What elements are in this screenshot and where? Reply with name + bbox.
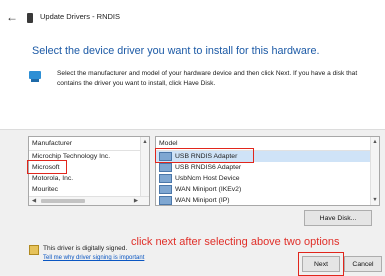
network-adapter-icon xyxy=(159,162,172,172)
manufacturer-listbox[interactable]: Manufacturer Microchip Technology Inc. M… xyxy=(28,136,150,206)
manufacturer-item[interactable]: Microchip Technology Inc. xyxy=(29,151,149,162)
hardware-icon xyxy=(29,71,41,82)
model-item-label: USB RNDIS Adapter xyxy=(175,153,238,160)
model-item[interactable]: USB RNDIS6 Adapter xyxy=(156,162,379,173)
device-icon xyxy=(27,13,33,23)
model-item[interactable]: WAN Miniport (IKEv2) xyxy=(156,184,379,195)
scroll-down-icon[interactable]: ▼ xyxy=(371,196,379,204)
manufacturer-item[interactable]: Mouritec xyxy=(29,184,149,195)
scroll-up-icon[interactable]: ▲ xyxy=(141,138,149,146)
page-heading: Select the device driver you want to ins… xyxy=(32,45,320,57)
network-adapter-icon xyxy=(159,151,172,161)
manufacturer-header: Manufacturer xyxy=(29,137,149,151)
instructions-text: Select the manufacturer and model of you… xyxy=(57,70,358,87)
network-adapter-icon xyxy=(159,184,172,194)
model-item[interactable]: UsbNcm Host Device xyxy=(156,173,379,184)
network-adapter-icon xyxy=(159,195,172,205)
model-listbox[interactable]: Model USB RNDIS Adapter USB RNDIS6 Adapt… xyxy=(155,136,380,206)
window-title: Update Drivers - RNDIS xyxy=(40,12,121,21)
update-drivers-window: ← Update Drivers - RNDIS Select the devi… xyxy=(0,0,385,276)
model-header: Model xyxy=(156,137,379,151)
model-item-label: WAN Miniport (IKEv2) xyxy=(175,186,242,193)
signed-driver-icon xyxy=(29,245,39,255)
driver-signing-link[interactable]: Tell me why driver signing is important xyxy=(43,255,144,261)
model-vertical-scrollbar[interactable]: ▲ ▼ xyxy=(370,137,379,205)
model-item-usb-rndis-adapter[interactable]: USB RNDIS Adapter xyxy=(156,151,379,162)
manufacturer-horizontal-scrollbar[interactable]: ◀ ▶ xyxy=(29,196,149,205)
model-item-label: UsbNcm Host Device xyxy=(175,175,240,182)
signed-driver-text: This driver is digitally signed. xyxy=(43,245,128,252)
cancel-button[interactable]: Cancel xyxy=(344,256,382,272)
manufacturer-vertical-scrollbar[interactable]: ▲ ▼ xyxy=(140,137,149,205)
title-bar: ← Update Drivers - RNDIS xyxy=(0,0,385,42)
back-arrow-icon[interactable]: ← xyxy=(6,10,18,24)
scroll-thumb[interactable] xyxy=(41,199,85,203)
red-instruction-annotation: click next after selecting above two opt… xyxy=(131,236,340,248)
model-item[interactable]: WAN Miniport (IP) xyxy=(156,195,379,205)
manufacturer-item-microsoft[interactable]: Microsoft xyxy=(29,162,149,173)
network-adapter-icon xyxy=(159,173,172,183)
have-disk-button[interactable]: Have Disk... xyxy=(304,210,372,226)
scroll-right-icon[interactable]: ▶ xyxy=(132,197,140,205)
scroll-left-icon[interactable]: ◀ xyxy=(30,197,38,205)
model-item-label: WAN Miniport (IP) xyxy=(175,197,230,204)
scroll-up-icon[interactable]: ▲ xyxy=(371,138,379,146)
next-button[interactable]: Next xyxy=(302,256,340,272)
model-item-label: USB RNDIS6 Adapter xyxy=(175,164,242,171)
manufacturer-item[interactable]: Motorola, Inc. xyxy=(29,173,149,184)
